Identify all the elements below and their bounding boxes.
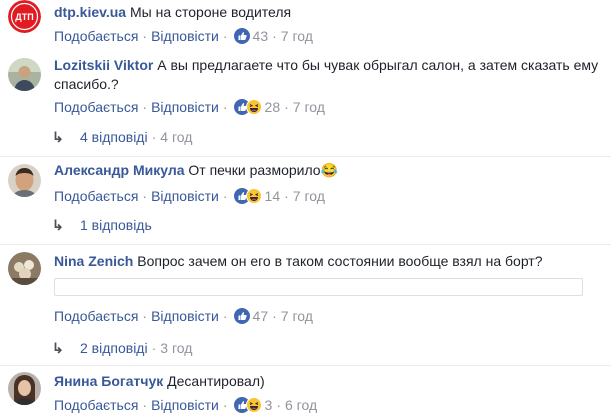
comment-author[interactable]: Lozitskii Viktor	[54, 57, 153, 73]
comment-time[interactable]: 7 год	[293, 188, 325, 204]
replies-count[interactable]: 4 відповіді	[80, 129, 148, 145]
reaction-count: 47	[252, 308, 269, 324]
reply-link[interactable]: Відповісти	[151, 188, 219, 204]
view-replies[interactable]: ↳ 1 відповідь	[52, 216, 152, 234]
avatar[interactable]	[8, 164, 41, 197]
like-link[interactable]: Подобається	[54, 397, 138, 413]
reply-arrow-icon: ↳	[52, 129, 64, 145]
comment-author[interactable]: Nina Zenich	[54, 253, 133, 269]
comment-time[interactable]: 7 год	[281, 28, 313, 44]
user-photo-icon	[8, 58, 41, 91]
replies-time: 3 год	[160, 340, 193, 356]
reaction-count: 14	[264, 188, 281, 204]
like-link[interactable]: Подобається	[54, 188, 138, 204]
avatar[interactable]: ДТП	[8, 0, 41, 33]
reply-arrow-icon: ↳	[52, 340, 64, 356]
comment-actions: Подобається · Відповісти · 14 · 7 год	[54, 187, 325, 208]
divider	[0, 365, 611, 366]
comment-time[interactable]: 7 год	[281, 308, 313, 324]
comment-body: Lozitskii Viktor А вы предлагаете что бы…	[54, 56, 603, 94]
replies-count[interactable]: 2 відповіді	[80, 340, 148, 356]
comment-actions: Подобається · Відповісти · 3 · 6 год	[54, 396, 317, 417]
comment-author[interactable]: Янина Богатчук	[54, 373, 163, 389]
laughing-emoji-icon: 😂	[320, 162, 339, 178]
reactions[interactable]	[233, 308, 250, 328]
avatar[interactable]	[8, 372, 41, 405]
reply-arrow-icon: ↳	[52, 217, 64, 233]
like-link[interactable]: Подобається	[54, 308, 138, 324]
divider	[0, 244, 611, 245]
comment-body: dtp.kiev.ua Мы на стороне водителя	[54, 3, 603, 22]
avatar[interactable]	[8, 58, 41, 91]
reactions[interactable]	[233, 99, 262, 119]
comment-author[interactable]: Александр Микула	[54, 162, 185, 178]
reactions[interactable]	[233, 397, 262, 417]
comment-text: Десантировал)	[167, 373, 265, 389]
reply-link[interactable]: Відповісти	[151, 308, 219, 324]
comment-actions: Подобається · Відповісти · 43 · 7 год	[54, 27, 313, 48]
reaction-count: 28	[264, 99, 281, 115]
comment-time[interactable]: 6 год	[285, 397, 317, 413]
comment-body: Nina Zenich Вопрос зачем он его в таком …	[54, 252, 603, 271]
comment-body: Александр Микула От печки разморило😂	[54, 161, 603, 180]
haha-reaction-icon	[245, 188, 262, 204]
reaction-count: 43	[252, 28, 269, 44]
like-reaction-icon	[233, 28, 250, 44]
reply-link[interactable]: Відповісти	[151, 397, 219, 413]
divider	[0, 156, 611, 157]
reactions[interactable]	[233, 188, 262, 208]
haha-reaction-icon	[245, 397, 262, 413]
user-photo-icon	[8, 372, 41, 405]
reply-link[interactable]: Відповісти	[151, 99, 219, 115]
avatar[interactable]	[8, 252, 41, 285]
attachment-preview[interactable]	[54, 278, 583, 296]
replies-count[interactable]: 1 відповідь	[80, 217, 152, 233]
comment-actions: Подобається · Відповісти · 28 · 7 год	[54, 98, 325, 119]
user-photo-icon	[8, 252, 41, 285]
comment-body: Янина Богатчук Десантировал)	[54, 372, 603, 391]
comment-actions: Подобається · Відповісти · 47 · 7 год	[54, 307, 313, 328]
like-reaction-icon	[233, 308, 250, 324]
view-replies[interactable]: ↳ 4 відповіді · 4 год	[52, 128, 192, 146]
comment-text: Мы на стороне водителя	[129, 4, 292, 20]
like-link[interactable]: Подобається	[54, 28, 138, 44]
comment-author[interactable]: dtp.kiev.ua	[54, 4, 126, 20]
reply-link[interactable]: Відповісти	[151, 28, 219, 44]
replies-time: 4 год	[160, 129, 193, 145]
view-replies[interactable]: ↳ 2 відповіді · 3 год	[52, 339, 192, 357]
user-photo-icon	[8, 164, 41, 197]
reaction-count: 3	[264, 397, 273, 413]
like-link[interactable]: Подобається	[54, 99, 138, 115]
comment-time[interactable]: 7 год	[293, 99, 325, 115]
comment-text: От печки разморило	[188, 162, 321, 178]
dtp-logo-icon: ДТП	[8, 0, 41, 33]
svg-text:ДТП: ДТП	[15, 12, 33, 22]
comment-text: Вопрос зачем он его в таком состоянии во…	[137, 253, 543, 269]
haha-reaction-icon	[245, 99, 262, 115]
reactions[interactable]	[233, 28, 250, 48]
